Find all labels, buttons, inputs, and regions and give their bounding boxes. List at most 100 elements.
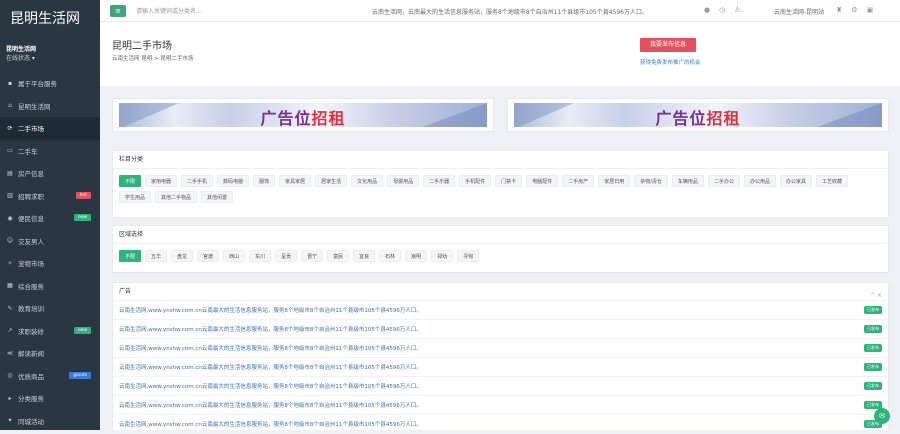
category-tag[interactable]: 门禁卡 [495,175,523,187]
sidebar-item-label: 宠物市场 [18,260,44,269]
region-tag[interactable]: 呈贡 [275,250,298,262]
info-icon: ◉ [7,214,13,222]
category-panel-title: 栏目分类 [113,151,888,169]
notification-icon[interactable]: ● [704,6,710,14]
bookmark-icon[interactable]: ♜ [836,6,842,14]
sidebar-item[interactable]: ◎ 优质商品 goods [0,365,100,388]
sidebar-item[interactable]: ▭ 二手车 [0,140,100,163]
list-item-link[interactable]: 云南生活网,www.ynshw.com.cn云南最大的生活信息服务站，服务8个地… [119,401,422,409]
region-tag[interactable]: 西山 [223,250,246,262]
region-tag[interactable]: 东川 [249,250,272,262]
breadcrumb[interactable]: 云南生活网 昆明 > 昆明二手市场 [112,54,193,62]
region-tag[interactable]: 嵩明 [405,250,428,262]
post-info-button[interactable]: 我要发布信息 [640,38,696,52]
list-item-link[interactable]: 云南生活网,www.ynshw.com.cn云南最大的生活信息服务站，服务8个地… [119,420,422,428]
category-tag[interactable]: 办公家具 [779,175,812,187]
chat-float-icon[interactable]: ✉ [874,408,890,424]
window-icon[interactable]: ▣ [867,6,874,14]
sidebar-item[interactable]: ▸ 分类服务 [0,387,100,410]
region-panel-title: 区域选择 [113,226,888,244]
ad-banner-image: 广告位招租 [119,103,487,127]
menu-toggle-button[interactable]: ≡ [110,4,126,17]
category-tag[interactable]: 其他二手物品 [155,191,198,203]
gear-icon[interactable]: ⚙ [851,6,857,14]
ad-banner-left[interactable]: 广告位招租 [112,98,494,132]
region-tag[interactable]: 五华 [145,250,168,262]
sidebar-item[interactable]: ▪ 属于平台服务 [0,72,100,95]
category-tag[interactable]: 文化用品 [351,175,384,187]
ad-banner-right[interactable]: 广告位招租 [507,98,889,132]
category-tag[interactable]: 服饰 [253,175,276,187]
region-tag[interactable]: 富民 [327,250,350,262]
category-tag[interactable]: 二手手机 [181,175,214,187]
region-tag[interactable]: 石林 [379,250,402,262]
list-item-link[interactable]: 云南生活网,www.ynshw.com.cn云南最大的生活信息服务站，服务8个地… [119,325,422,333]
list-item[interactable]: 云南生活网,www.ynshw.com.cn云南最大的生活信息服务站，服务8个地… [113,320,888,339]
sidebar-item[interactable]: ▦ 综合服务 [0,275,100,298]
top-user-name[interactable]: 云南生活网-昆明站 [774,7,824,16]
category-tag[interactable]: 数码电脑 [217,175,250,187]
category-tag[interactable]: 家具家居 [279,175,312,187]
category-tag[interactable]: 居家生活 [315,175,348,187]
sidebar-item[interactable]: ▤ 房产信息 [0,162,100,185]
sidebar-item[interactable]: ▥ 招聘求职 hot [0,185,100,208]
category-tag[interactable]: 家用电器 [145,175,178,187]
category-tag[interactable]: 其他闲置 [201,191,234,203]
list-item-link[interactable]: 云南生活网,www.ynshw.com.cn云南最大的生活信息服务站，服务8个地… [119,363,422,371]
list-item[interactable]: 云南生活网,www.ynshw.com.cn云南最大的生活信息服务站，服务8个地… [113,377,888,396]
region-tag[interactable]: 宜良 [353,250,376,262]
category-tag[interactable]: 不限 [119,175,142,187]
region-tag[interactable]: 不限 [119,250,142,262]
listing-panel: 广告 ⌃ × 云南生活网,www.ynshw.com.cn云南最大的生活信息服务… [112,282,889,434]
sidebar-item[interactable]: ⌂ 昆明生活网 [0,95,100,118]
category-tag[interactable]: 杂物/清仓 [634,175,668,187]
sidebar-user-status[interactable]: 在线状态 ▾ [6,53,94,62]
list-item[interactable]: 云南生活网,www.ynshw.com.cn云南最大的生活信息服务站，服务8个地… [113,396,888,415]
category-tag[interactable]: 二手办公 [707,175,740,187]
user-icon[interactable]: ♙ [734,6,740,14]
search-input[interactable]: 请输入关键词或分类名... [136,6,246,15]
region-tag[interactable]: 禄劝 [431,250,454,262]
sidebar-item[interactable]: ✦ 同城活动 [0,410,100,433]
sidebar-item[interactable]: ☺ 交友男人 [0,230,100,253]
sidebar-item[interactable]: ≪ 解读新闻 [0,342,100,365]
list-item[interactable]: 云南生活网,www.ynshw.com.cn云南最大的生活信息服务站，服务8个地… [113,415,888,434]
list-item[interactable]: 云南生活网,www.ynshw.com.cn云南最大的生活信息服务站，服务8个地… [113,358,888,377]
category-tag[interactable]: 学生用品 [119,191,152,203]
region-tag[interactable]: 官渡 [197,250,220,262]
briefcase-icon: ▥ [7,192,13,200]
list-item-link[interactable]: 云南生活网,www.ynshw.com.cn云南最大的生活信息服务站，服务8个地… [119,306,422,314]
sidebar-item[interactable]: ✎ 教育培训 [0,297,100,320]
sidebar-item-label: 交友男人 [18,237,44,246]
category-tag[interactable]: 家居日用 [598,175,631,187]
sidebar-item[interactable]: ✧ 宠物市场 [0,252,100,275]
status-badge: 已发布 [864,306,882,314]
category-tag[interactable]: 母婴用品 [387,175,420,187]
category-tag[interactable]: 二手房产 [562,175,595,187]
category-tag[interactable]: 电脑配件 [526,175,559,187]
list-item-link[interactable]: 云南生活网,www.ynshw.com.cn云南最大的生活信息服务站，服务8个地… [119,344,422,352]
region-tag[interactable]: 晋宁 [301,250,324,262]
sidebar-item[interactable]: ↗ 求职装修 new [0,320,100,343]
region-tag[interactable]: 盘龙 [171,250,194,262]
list-item[interactable]: 云南生活网,www.ynshw.com.cn云南最大的生活信息服务站，服务8个地… [113,339,888,358]
decor-icon: ↗ [7,327,13,335]
clock-icon[interactable]: ◷ [719,6,725,14]
list-item[interactable]: 云南生活网,www.ynshw.com.cn云南最大的生活信息服务站，服务8个地… [113,301,888,320]
post-promo-link[interactable]: 获得免费发布推广的机会 [640,58,701,66]
sidebar-item[interactable]: ◉ 便民信息 new [0,207,100,230]
category-tag[interactable]: 二手乐器 [423,175,456,187]
category-tag[interactable]: 办公用品 [743,175,776,187]
sidebar-menu: ▪ 属于平台服务 ⌂ 昆明生活网 ⟳ 二手市场 ▭ 二手车 ▤ 房产信息 ▥ 招聘求职 hot ◉ 便民信息… [0,72,100,432]
sidebar-item[interactable]: ⟳ 二手市场 [0,117,100,140]
category-tag[interactable]: 手机配件 [459,175,492,187]
building-icon: ▤ [7,169,13,177]
category-tag[interactable]: 车辆用品 [671,175,704,187]
site-logo[interactable]: 昆明生活网 [10,8,100,28]
category-tag[interactable]: 工艺收藏 [815,175,848,187]
region-tag[interactable]: 寻甸 [457,250,480,262]
list-item-link[interactable]: 云南生活网,www.ynshw.com.cn云南最大的生活信息服务站，服务8个地… [119,382,422,390]
top-right-icons: ♜ ⚙ ▣ [836,6,873,14]
listing-rows: 云南生活网,www.ynshw.com.cn云南最大的生活信息服务站，服务8个地… [113,301,888,434]
ad-banner-text: 广告位招租 [655,109,741,127]
